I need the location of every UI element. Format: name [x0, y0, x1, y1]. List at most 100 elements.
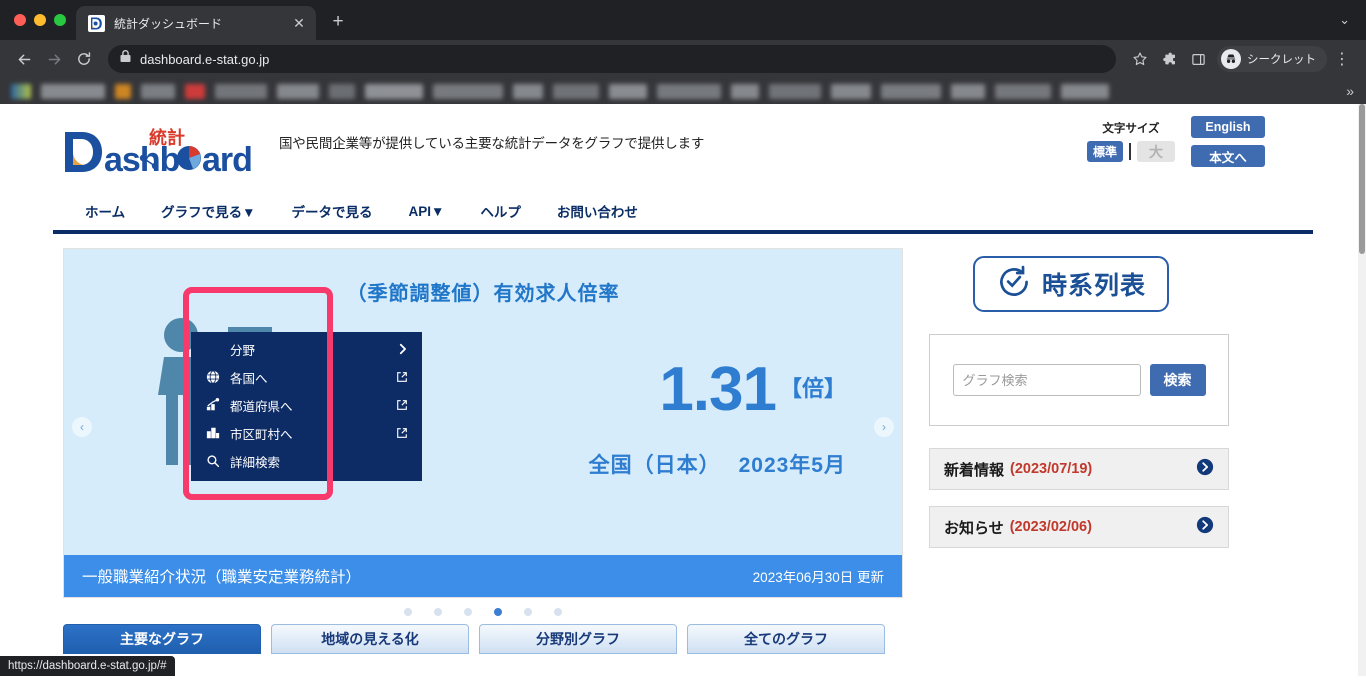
tab-title: 統計ダッシュボード [114, 16, 223, 31]
bookmark-item[interactable] [657, 83, 721, 99]
reload-icon[interactable] [70, 45, 98, 73]
nav-item-data[interactable]: データで見る [273, 192, 390, 230]
incognito-indicator[interactable]: シークレット [1217, 46, 1327, 72]
header-utilities: 文字サイズ 標準 大 English 本文へ [1086, 114, 1313, 167]
font-size-standard-button[interactable]: 標準 [1086, 141, 1123, 162]
tab-search-chevron-down-icon[interactable]: ⌄ [1339, 12, 1350, 28]
nav-item-contact[interactable]: お問い合わせ [539, 192, 656, 230]
carousel-dot-active[interactable] [494, 608, 502, 616]
bookmark-item[interactable] [277, 83, 319, 99]
tab-close-button[interactable]: ✕ [290, 14, 308, 32]
bookmark-item[interactable] [513, 83, 543, 99]
bookmark-item[interactable] [329, 83, 355, 99]
estat-dashboard-favicon [88, 14, 105, 32]
new-tab-button[interactable]: + [324, 9, 352, 37]
window-controls[interactable] [12, 0, 76, 40]
browser-tab[interactable]: 統計ダッシュボード ✕ [76, 6, 316, 40]
puzzle-piece-icon[interactable] [1155, 45, 1183, 73]
timeseries-table-label: 時系列表 [1041, 272, 1146, 300]
notice-row[interactable]: お知らせ (2023/02/06) [929, 506, 1229, 548]
new-info-row[interactable]: 新着情報 (2023/07/19) [929, 448, 1229, 490]
incognito-label: シークレット [1247, 54, 1316, 66]
bookmark-item[interactable] [141, 83, 175, 99]
dropdown-item-label: 各国へ [230, 371, 268, 386]
carousel-next-button[interactable]: › [874, 417, 894, 437]
bookmark-item[interactable] [433, 83, 503, 99]
bookmarks-blurred-items[interactable] [6, 78, 1340, 104]
carousel-dot[interactable] [434, 608, 442, 616]
timeseries-table-button[interactable]: 時系列表 [973, 256, 1169, 312]
carousel-dot[interactable] [464, 608, 472, 616]
bookmark-item[interactable] [609, 83, 647, 99]
carousel-dot[interactable] [404, 608, 412, 616]
carousel-prev-button[interactable]: ‹ [72, 417, 92, 437]
bookmark-star-icon[interactable] [1126, 45, 1154, 73]
search-input[interactable] [952, 364, 1141, 396]
bookmark-item[interactable] [365, 83, 423, 99]
nav-item-api[interactable]: API▼ [390, 192, 462, 230]
carousel-unit: 【倍】 [779, 376, 846, 401]
bookmark-item[interactable] [951, 83, 985, 99]
search-icon [205, 454, 221, 468]
address-bar[interactable]: dashboard.e-stat.go.jp [108, 45, 1116, 73]
svg-text:統計: 統計 [149, 127, 185, 148]
nav-item-help[interactable]: ヘルプ [462, 192, 539, 230]
bookmarks-overflow-button[interactable]: » [1340, 83, 1360, 99]
dropdown-item-municipalities[interactable]: 市区町村へ [191, 419, 422, 447]
font-size-label: 文字サイズ [1102, 123, 1160, 135]
chevron-right-icon [394, 343, 410, 355]
nav-item-home[interactable]: ホーム [67, 192, 143, 230]
back-icon[interactable] [10, 45, 38, 73]
dropdown-item-field[interactable]: 分野 [191, 335, 422, 363]
dropdown-item-detailed-search[interactable]: 詳細検索 [191, 447, 422, 475]
carousel-dots[interactable] [63, 598, 903, 616]
graph-search-box: 検索 [929, 334, 1229, 426]
nav-underline [53, 230, 1313, 234]
page-scrollbar-thumb[interactable] [1359, 104, 1365, 254]
browser-menu-icon[interactable]: ⋮ [1328, 45, 1356, 73]
minimize-window-button[interactable] [34, 14, 46, 26]
english-button[interactable]: English [1191, 116, 1265, 138]
bookmark-item[interactable] [881, 83, 941, 99]
left-column: （季節調整値）有効求人倍率 1.31 【倍】 全国（日本） 2023年5月 ‹ … [63, 248, 903, 654]
incognito-icon [1221, 49, 1241, 69]
carousel-value-block: 1.31 【倍】 全国（日本） 2023年5月 [589, 359, 846, 479]
bookmark-item[interactable] [41, 83, 105, 99]
tab-main-graphs[interactable]: 主要なグラフ [63, 624, 261, 654]
maximize-window-button[interactable] [54, 14, 66, 26]
bookmark-item[interactable] [185, 83, 205, 99]
nav-item-graph[interactable]: グラフで見る▼ [143, 192, 273, 230]
bookmark-item[interactable] [831, 83, 871, 99]
bookmark-item[interactable] [731, 83, 759, 99]
tab-regional-visualization[interactable]: 地域の見える化 [271, 624, 469, 654]
bookmark-item[interactable] [215, 83, 267, 99]
tab-all-graphs[interactable]: 全てのグラフ [687, 624, 885, 654]
page-content: ashb ard 統計 国や民間企業等が提供している主要な統計データをグラフで提… [0, 104, 1366, 676]
close-window-button[interactable] [14, 14, 26, 26]
page-scrollbar[interactable] [1358, 104, 1366, 676]
bookmark-item[interactable] [769, 83, 821, 99]
bookmark-item[interactable] [115, 83, 131, 99]
chart-icon [205, 398, 221, 412]
main-navigation: ホーム グラフで見る▼ データで見る API▼ ヘルプ お問い合わせ [0, 192, 1366, 234]
tab-graphs-by-field[interactable]: 分野別グラフ [479, 624, 677, 654]
notice-date: (2023/02/06) [1009, 519, 1092, 535]
carousel-title: （季節調整値）有効求人倍率 [346, 283, 620, 305]
side-panel-icon[interactable] [1184, 45, 1212, 73]
skip-to-content-button[interactable]: 本文へ [1191, 145, 1265, 167]
new-info-date: (2023/07/19) [1010, 461, 1093, 477]
carousel-dot[interactable] [554, 608, 562, 616]
carousel-caption[interactable]: 一般職業紹介状況（職業安定業務統計） 2023年06月30日 更新 [64, 555, 902, 597]
forward-icon[interactable] [40, 45, 68, 73]
site-tagline: 国や民間企業等が提供している主要な統計データをグラフで提供します [279, 136, 705, 151]
search-button[interactable]: 検索 [1149, 364, 1206, 396]
bookmark-item[interactable] [995, 83, 1051, 99]
dropdown-item-countries[interactable]: 各国へ [191, 363, 422, 391]
dropdown-item-prefectures[interactable]: 都道府県へ [191, 391, 422, 419]
bookmark-item[interactable] [553, 83, 599, 99]
bookmark-item[interactable] [11, 83, 31, 99]
carousel-dot[interactable] [524, 608, 532, 616]
font-size-large-button[interactable]: 大 [1137, 141, 1175, 162]
site-logo[interactable]: ashb ard 統計 [63, 124, 261, 182]
bookmark-item[interactable] [1061, 83, 1109, 99]
